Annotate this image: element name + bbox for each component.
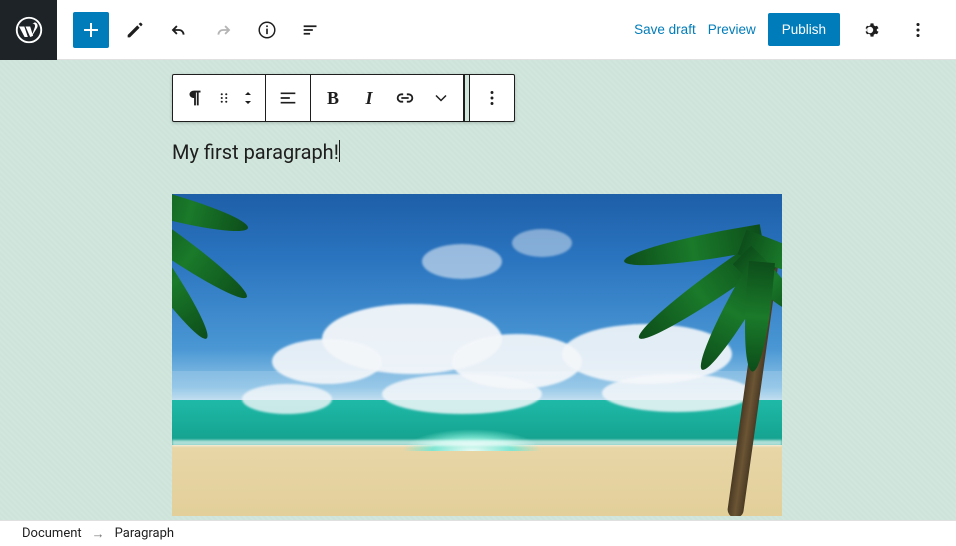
topbar-right-actions: Save draft Preview Publish: [634, 12, 956, 48]
breadcrumb-current[interactable]: Paragraph: [115, 526, 174, 541]
save-draft-button[interactable]: Save draft: [634, 22, 696, 37]
move-updown-button[interactable]: [235, 75, 261, 121]
block-toolbar: B I: [172, 74, 515, 122]
list-view-icon: [300, 19, 322, 41]
italic-button[interactable]: I: [351, 75, 387, 121]
bold-glyph: B: [327, 88, 339, 109]
add-block-button[interactable]: [73, 12, 109, 48]
paragraph-icon: [184, 87, 206, 109]
link-icon: [394, 87, 416, 109]
bold-button[interactable]: B: [315, 75, 351, 121]
undo-icon: [168, 19, 190, 41]
plus-icon: [79, 18, 103, 42]
paragraph-text: My first paragraph!: [172, 140, 339, 164]
publish-button[interactable]: Publish: [768, 13, 840, 46]
align-left-icon: [277, 87, 299, 109]
more-menu-button[interactable]: [900, 12, 936, 48]
drag-handle[interactable]: [213, 75, 235, 121]
block-breadcrumb: Document → Paragraph: [0, 520, 956, 546]
content-column: B I My first paragraph!: [172, 74, 784, 516]
undo-button[interactable]: [161, 12, 197, 48]
wordpress-logo[interactable]: [0, 0, 57, 60]
list-view-button[interactable]: [293, 12, 329, 48]
palm-left: [172, 194, 282, 314]
preview-button[interactable]: Preview: [708, 22, 756, 37]
breadcrumb-root[interactable]: Document: [22, 526, 82, 541]
chevron-down-icon: [431, 88, 451, 108]
align-button[interactable]: [270, 75, 306, 121]
details-button[interactable]: [249, 12, 285, 48]
link-button[interactable]: [387, 75, 423, 121]
drag-handle-icon: [215, 89, 233, 107]
tools-button[interactable]: [117, 12, 153, 48]
more-vertical-icon: [481, 87, 503, 109]
block-more-button[interactable]: [474, 75, 510, 121]
more-vertical-icon: [907, 19, 929, 41]
redo-icon: [212, 19, 234, 41]
editor-canvas[interactable]: B I My first paragraph!: [0, 60, 956, 520]
breadcrumb-separator: →: [92, 526, 105, 542]
gear-icon: [859, 19, 881, 41]
info-icon: [256, 19, 278, 41]
italic-glyph: I: [365, 88, 372, 109]
text-caret: [339, 140, 340, 162]
more-rich-text-button[interactable]: [423, 75, 459, 121]
pencil-icon: [124, 19, 146, 41]
wordpress-logo-icon: [15, 16, 43, 44]
settings-button[interactable]: [852, 12, 888, 48]
topbar-left-tools: [57, 12, 329, 48]
move-updown-icon: [239, 86, 257, 110]
block-type-button[interactable]: [177, 75, 213, 121]
image-block[interactable]: [172, 194, 782, 516]
redo-button[interactable]: [205, 12, 241, 48]
paragraph-block[interactable]: My first paragraph!: [172, 140, 784, 164]
palm-right: [572, 194, 782, 514]
editor-topbar: Save draft Preview Publish: [0, 0, 956, 60]
